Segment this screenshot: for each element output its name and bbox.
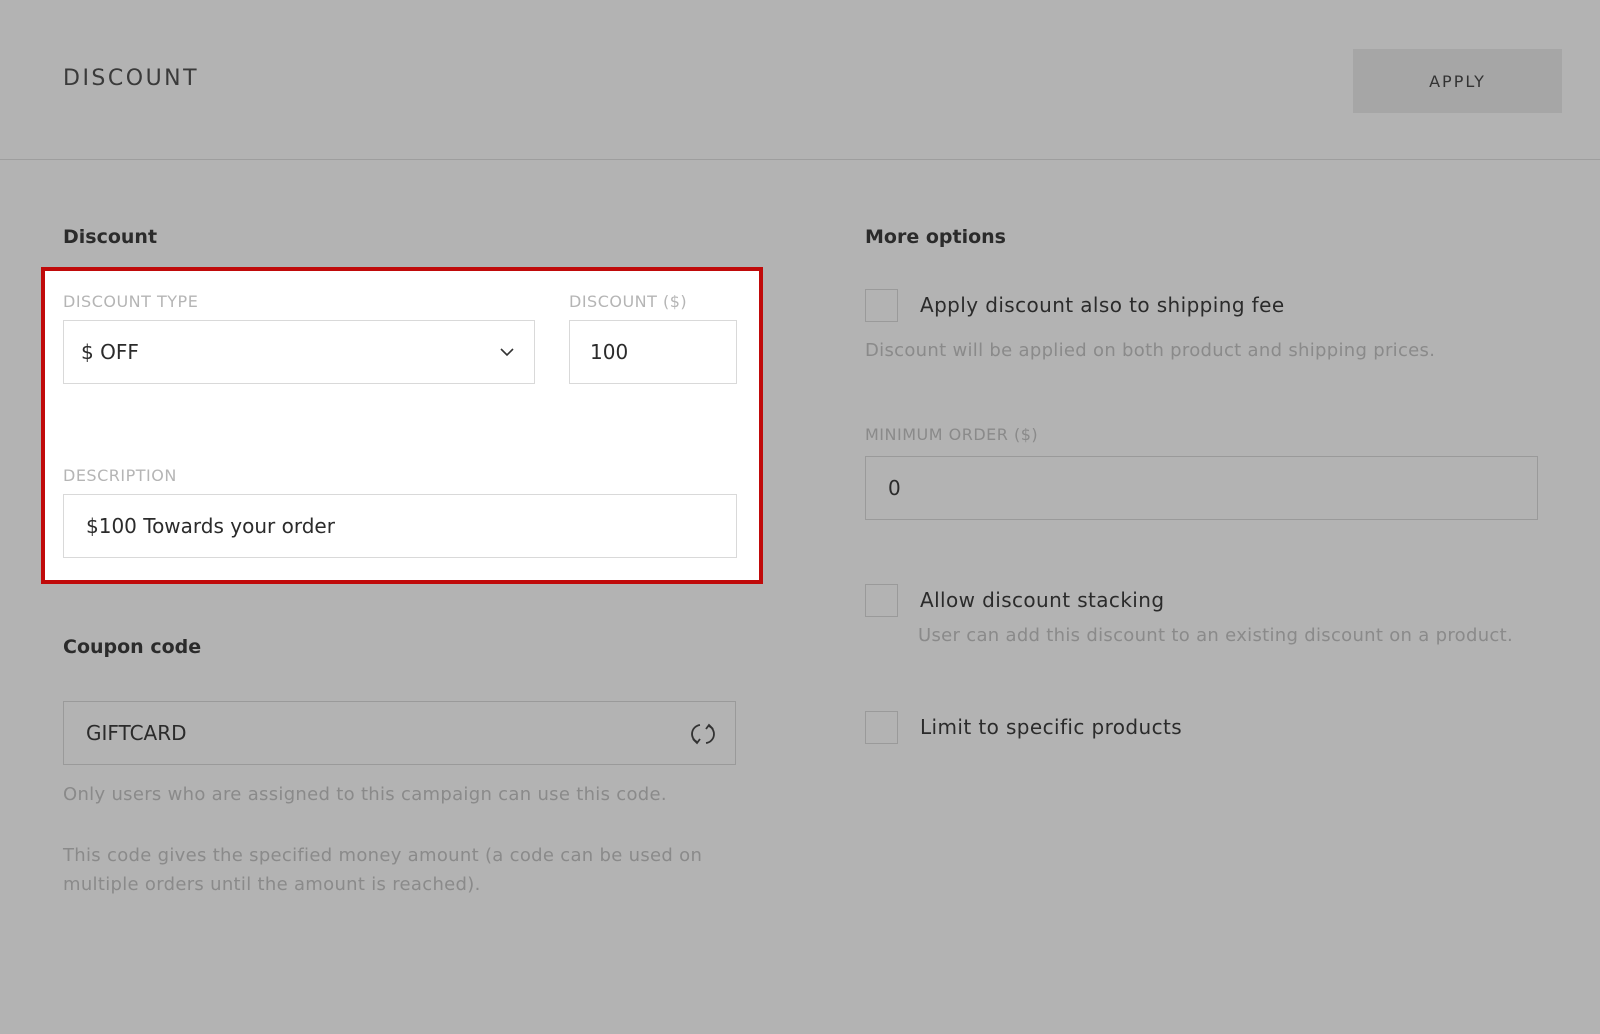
discount-highlight-panel: DISCOUNT TYPE $ OFF DISCOUNT ($) 100 DES… <box>41 267 763 584</box>
coupon-code-value: GIFTCARD <box>86 721 187 745</box>
discount-stacking-checkbox[interactable] <box>865 584 898 617</box>
coupon-help-text-2-line-2: multiple orders until the amount is reac… <box>63 874 481 895</box>
discount-type-value: $ OFF <box>81 340 139 364</box>
discount-section-title: Discount <box>63 226 158 248</box>
coupon-section-title: Coupon code <box>63 636 202 658</box>
page-title: DISCOUNT <box>63 66 200 91</box>
description-value: $100 Towards your order <box>86 514 335 538</box>
discount-amount-input[interactable]: 100 <box>569 320 737 384</box>
page-header: DISCOUNT APPLY <box>0 0 1600 160</box>
limit-products-checkbox[interactable] <box>865 711 898 744</box>
coupon-help-text-1: Only users who are assigned to this camp… <box>63 784 667 805</box>
discount-stacking-help: User can add this discount to an existin… <box>918 625 1513 646</box>
discount-amount-value: 100 <box>590 340 629 364</box>
description-input[interactable]: $100 Towards your order <box>63 494 737 558</box>
coupon-help-text-2-line-1: This code gives the specified money amou… <box>63 845 703 866</box>
apply-button[interactable]: APPLY <box>1353 49 1562 113</box>
minimum-order-input[interactable]: 0 <box>865 456 1538 520</box>
limit-products-label: Limit to specific products <box>920 715 1183 739</box>
discount-type-label: DISCOUNT TYPE <box>63 292 199 311</box>
minimum-order-label: MINIMUM ORDER ($) <box>865 425 1039 444</box>
shipping-fee-label: Apply discount also to shipping fee <box>920 293 1285 317</box>
more-options-title: More options <box>865 226 1006 248</box>
refresh-icon[interactable] <box>689 720 717 748</box>
discount-amount-label: DISCOUNT ($) <box>569 292 688 311</box>
shipping-fee-checkbox[interactable] <box>865 289 898 322</box>
shipping-fee-help: Discount will be applied on both product… <box>865 340 1436 361</box>
discount-type-select[interactable]: $ OFF <box>63 320 535 384</box>
discount-stacking-label: Allow discount stacking <box>920 588 1165 612</box>
chevron-down-icon <box>500 348 514 357</box>
description-label: DESCRIPTION <box>63 466 177 485</box>
minimum-order-value: 0 <box>888 476 901 500</box>
coupon-code-input[interactable]: GIFTCARD <box>63 701 736 765</box>
